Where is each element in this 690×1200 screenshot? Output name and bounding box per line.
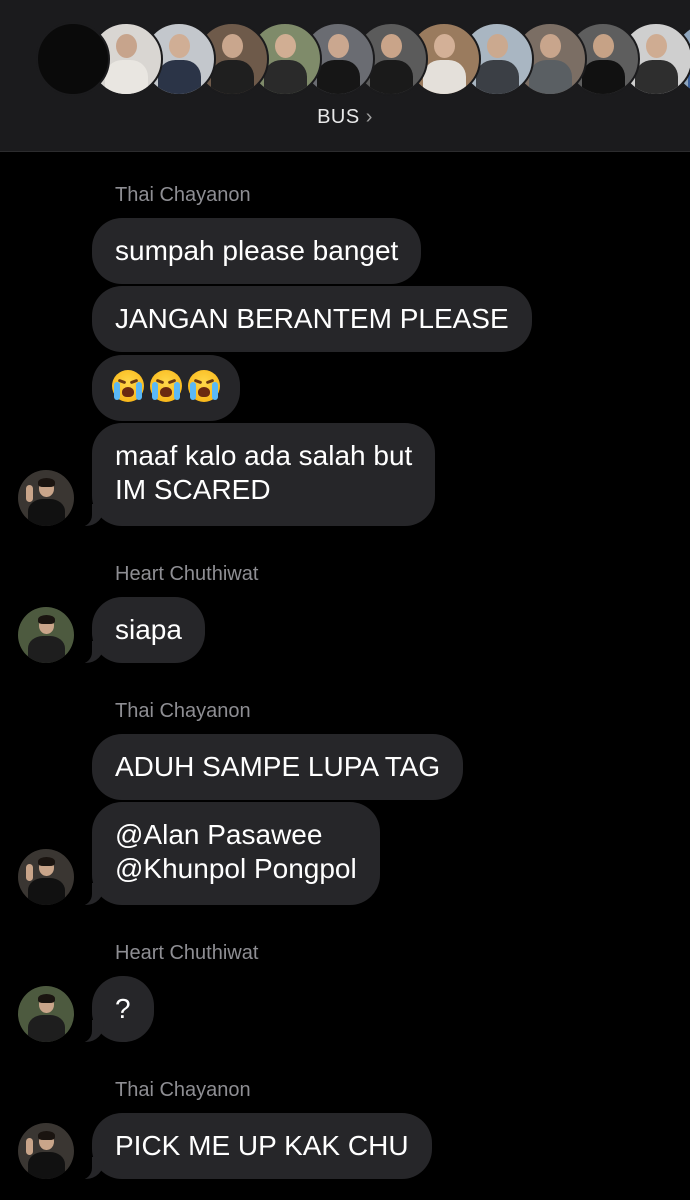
group-name-label: BUS [317, 106, 360, 128]
message-line: IM SCARED [115, 474, 271, 505]
group-member-avatars[interactable] [0, 22, 690, 98]
message-bubble[interactable]: sumpah please banget [92, 218, 422, 284]
message-line: maaf kalo ada salah but [115, 440, 413, 471]
sender-avatar[interactable] [18, 1123, 74, 1179]
sender-avatar[interactable] [18, 849, 74, 905]
sender-name: Thai Chayanon [115, 184, 251, 206]
crying-face-icon [112, 370, 144, 402]
mention-line[interactable]: @Khunpol Pongpol [115, 852, 357, 886]
sender-avatar[interactable] [18, 470, 74, 526]
group-name-button[interactable]: BUS › [0, 106, 690, 129]
sender-name: Thai Chayanon [115, 700, 251, 722]
sender-name: Heart Chuthiwat [115, 942, 259, 964]
chevron-right-icon: › [365, 106, 373, 128]
message-bubble[interactable]: ? [78, 976, 154, 1043]
emoji-message-bubble[interactable] [92, 355, 240, 421]
crying-face-icon [188, 370, 220, 402]
emoji-row [112, 355, 220, 402]
message-bubble[interactable]: @Alan Pasawee @Khunpol Pongpol [78, 802, 380, 906]
message-bubble[interactable]: JANGAN BERANTEM PLEASE [92, 286, 532, 352]
mention-line[interactable]: @Alan Pasawee [115, 818, 357, 852]
message-bubble[interactable]: maaf kalo ada salah but IM SCARED [77, 423, 436, 527]
group-placeholder-avatar[interactable] [36, 22, 110, 96]
group-chat-header: BUS › [0, 0, 690, 152]
sender-name: Heart Chuthiwat [115, 563, 259, 585]
sender-avatar[interactable] [18, 607, 74, 663]
message-bubble[interactable]: ADUH SAMPE LUPA TAG [92, 734, 464, 800]
message-bubble[interactable]: PICK ME UP KAK CHU [78, 1113, 432, 1180]
crying-face-icon [150, 370, 182, 402]
message-bubble[interactable]: siapa [78, 597, 205, 664]
sender-name: Thai Chayanon [115, 1079, 251, 1101]
sender-avatar[interactable] [18, 986, 74, 1042]
